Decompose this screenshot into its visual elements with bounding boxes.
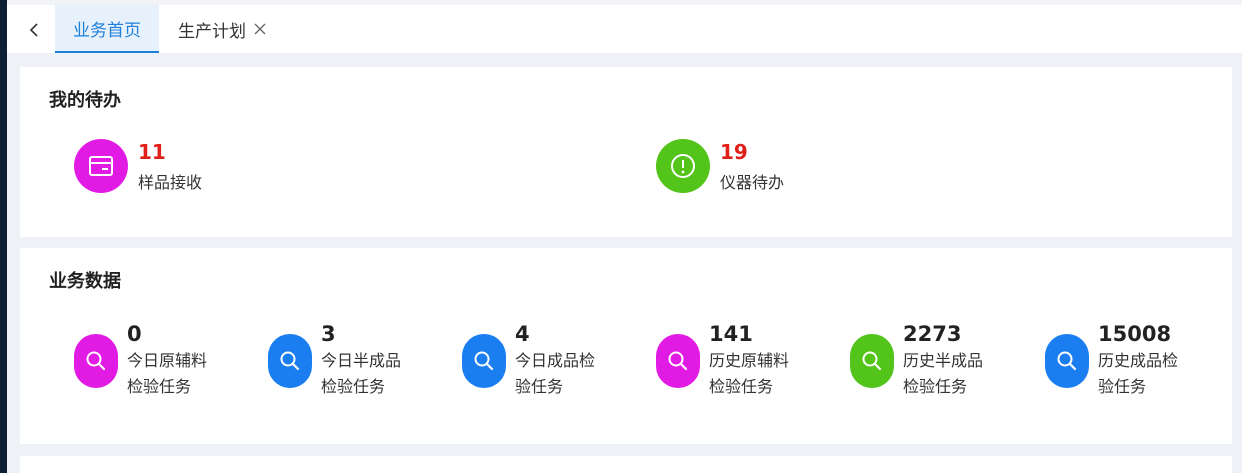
todo-count: 11 xyxy=(138,140,166,164)
stat-label: 历史原辅料检验任务 xyxy=(709,351,790,396)
stat-label: 今日原辅料检验任务 xyxy=(127,351,208,396)
stat-history-finished[interactable]: 15008 历史成品检验任务 xyxy=(1045,320,1190,400)
stat-icon-bg xyxy=(656,334,700,388)
todo-item-instrument[interactable]: 19 仪器待办 xyxy=(656,139,784,193)
stat-count: 2273 xyxy=(903,322,962,346)
todo-card: 我的待办 11 样品接收 19 仪器待办 xyxy=(20,67,1232,237)
stat-count: 4 xyxy=(515,322,530,346)
search-icon xyxy=(86,351,106,371)
back-button[interactable] xyxy=(21,15,47,45)
next-card xyxy=(20,456,1232,473)
stat-today-raw[interactable]: 0 今日原辅料检验任务 xyxy=(74,320,219,400)
chevron-left-icon xyxy=(29,23,38,37)
stat-icon-bg xyxy=(462,334,506,388)
search-icon xyxy=(668,351,688,371)
tab-label: 业务首页 xyxy=(73,20,141,41)
alert-icon xyxy=(671,154,695,178)
stat-label: 历史成品检验任务 xyxy=(1098,351,1179,396)
search-icon xyxy=(280,351,300,371)
business-title: 业务数据 xyxy=(49,271,121,292)
search-icon xyxy=(862,351,882,371)
search-icon xyxy=(1057,351,1077,371)
todo-label: 仪器待办 xyxy=(720,173,785,192)
tab-business-home[interactable]: 业务首页 xyxy=(55,5,159,53)
stat-count: 15008 xyxy=(1098,322,1172,346)
stat-label: 今日成品检验任务 xyxy=(515,351,596,396)
stat-count: 3 xyxy=(321,322,336,346)
tab-bar: 业务首页 生产计划 xyxy=(7,0,1242,53)
stat-history-semi[interactable]: 2273 历史半成品检验任务 xyxy=(850,320,995,400)
stat-today-finished[interactable]: 4 今日成品检验任务 xyxy=(462,320,607,400)
todo-count: 19 xyxy=(720,140,748,164)
stat-label: 历史半成品检验任务 xyxy=(903,351,984,396)
stat-label: 今日半成品检验任务 xyxy=(321,351,402,396)
business-data-card: 业务数据 0 今日原辅料检验任务 3 今日半成品检验任务 4 今日成品检验任务 … xyxy=(20,248,1232,444)
stat-history-raw[interactable]: 141 历史原辅料检验任务 xyxy=(656,320,801,400)
sidebar-edge xyxy=(0,0,7,473)
card-icon xyxy=(89,156,113,176)
todo-label: 样品接收 xyxy=(138,173,203,192)
stat-today-semi[interactable]: 3 今日半成品检验任务 xyxy=(268,320,413,400)
stat-icon-bg xyxy=(268,334,312,388)
close-icon[interactable] xyxy=(253,22,267,36)
stat-icon-bg xyxy=(1045,334,1089,388)
stat-count: 141 xyxy=(709,322,753,346)
todo-item-sample-receive[interactable]: 11 样品接收 xyxy=(74,139,202,193)
todo-icon-bg xyxy=(656,139,710,193)
tab-label: 生产计划 xyxy=(178,21,246,42)
tab-production-plan[interactable]: 生产计划 xyxy=(178,5,271,53)
todo-icon-bg xyxy=(74,139,128,193)
todo-title: 我的待办 xyxy=(49,90,121,111)
stat-count: 0 xyxy=(127,322,142,346)
search-icon xyxy=(474,351,494,371)
stat-icon-bg xyxy=(74,334,118,388)
stat-icon-bg xyxy=(850,334,894,388)
